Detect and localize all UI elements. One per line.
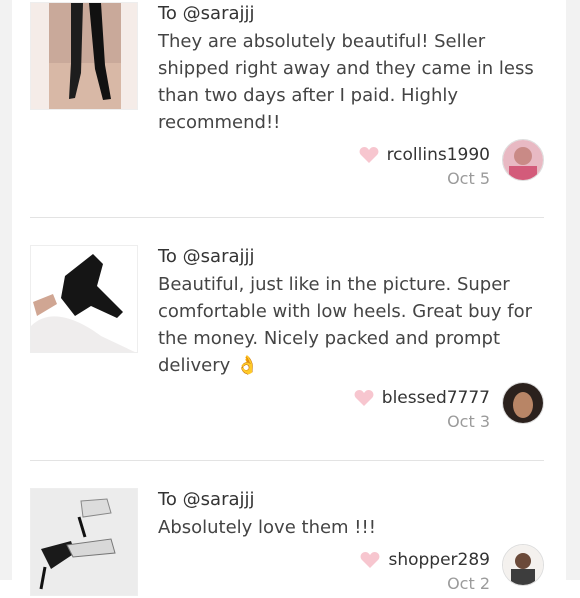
reviewer-username[interactable]: shopper289 (388, 550, 490, 570)
review-meta: shopper289 Oct 2 (284, 544, 544, 598)
divider (30, 217, 544, 218)
heart-icon[interactable] (359, 146, 379, 164)
review-date: Oct 2 (447, 574, 490, 593)
reviewer-avatar[interactable] (502, 382, 544, 424)
review-recipient: To @sarajjj (158, 489, 255, 510)
product-thumbnail[interactable] (30, 245, 138, 353)
left-gutter (0, 0, 12, 580)
review-meta: rcollins1990 Oct 5 (284, 139, 544, 193)
heart-icon[interactable] (354, 389, 374, 407)
review-date: Oct 3 (447, 412, 490, 431)
reviewer-avatar[interactable] (502, 139, 544, 181)
review-card: To @sarajjj They are absolutely beautifu… (30, 2, 544, 202)
review-text: Beautiful, just like in the picture. Sup… (158, 274, 533, 376)
divider (30, 460, 544, 461)
product-thumbnail[interactable] (30, 2, 138, 110)
right-gutter (566, 0, 580, 580)
review-meta: blessed7777 Oct 3 (284, 382, 544, 436)
reviewer-username[interactable]: rcollins1990 (387, 145, 490, 165)
review-text: Absolutely love them !!! (158, 517, 376, 538)
review-text: They are absolutely beautiful! Seller sh… (158, 31, 534, 133)
review-recipient: To @sarajjj (158, 246, 255, 267)
review-card: To @sarajjj Absolutely love them !!! sho… (30, 488, 544, 596)
reviewer-username[interactable]: blessed7777 (382, 388, 490, 408)
review-card: To @sarajjj Beautiful, just like in the … (30, 245, 544, 445)
heart-icon[interactable] (360, 551, 380, 569)
review-date: Oct 5 (447, 169, 490, 188)
ok-hand-emoji: 👌 (236, 355, 259, 376)
review-recipient: To @sarajjj (158, 3, 255, 24)
